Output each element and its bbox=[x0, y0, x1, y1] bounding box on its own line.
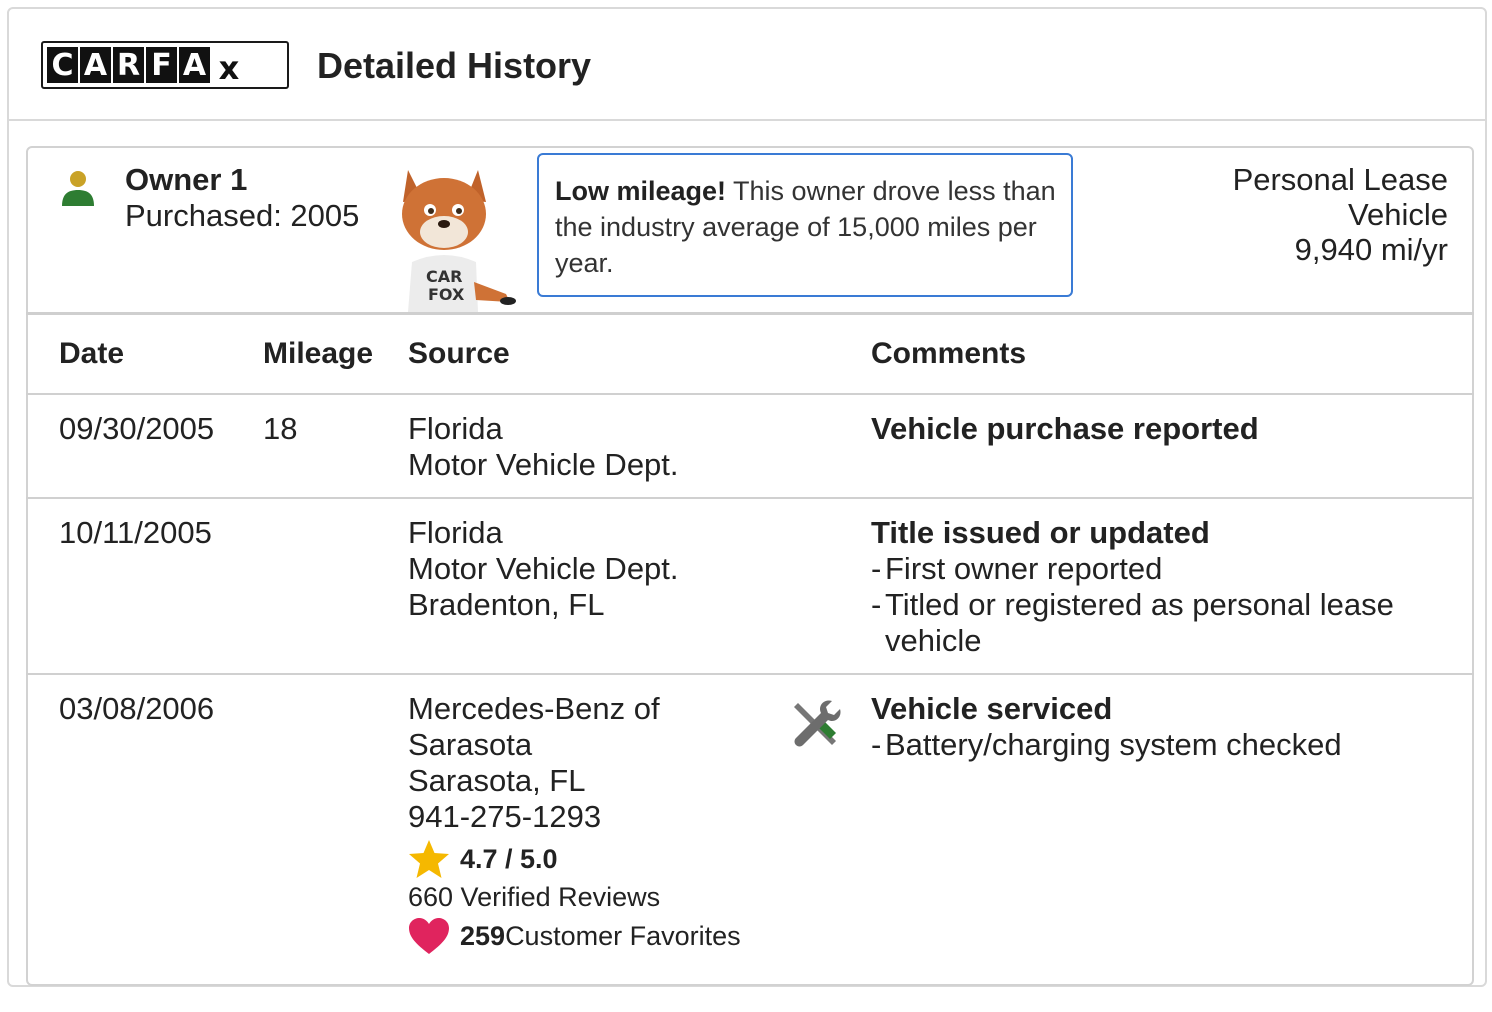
row-date: 09/30/2005 bbox=[59, 411, 215, 446]
panel-header: C A R F A x Detailed History bbox=[9, 9, 1485, 121]
row-date: 03/08/2006 bbox=[59, 691, 215, 726]
comment-detail-continued: vehicle bbox=[871, 623, 1431, 659]
logo-letter: x bbox=[218, 49, 240, 87]
column-header-source: Source bbox=[408, 337, 510, 370]
carfox-mascot-icon: CAR FOX bbox=[402, 170, 516, 312]
row-comment-title: Title issued or updated bbox=[871, 515, 1210, 550]
history-table: Date Mileage Source Comments 09/30/2005 … bbox=[26, 312, 1474, 1012]
comment-detail-text: Titled or registered as personal lease bbox=[885, 587, 1394, 622]
source-line: Motor Vehicle Dept. bbox=[408, 447, 679, 482]
person-icon bbox=[62, 171, 94, 206]
source-line: Bradenton, FL bbox=[408, 587, 605, 622]
source-line[interactable]: Mercedes-Benz of bbox=[408, 691, 660, 727]
rating-value: 4.7 / 5.0 bbox=[460, 843, 558, 874]
verified-reviews-link[interactable]: 660 Verified Reviews bbox=[408, 882, 660, 913]
owner-purchased: Purchased: 2005 bbox=[125, 198, 360, 233]
comment-detail-text: Battery/charging system checked bbox=[885, 727, 1342, 762]
column-header-comments: Comments bbox=[871, 337, 1027, 370]
row-comments: Vehicle serviced - Battery/charging syste… bbox=[871, 691, 1431, 763]
star-icon bbox=[409, 840, 449, 878]
comment-detail: - Battery/charging system checked bbox=[871, 727, 1342, 762]
row-comment-title: Vehicle serviced bbox=[871, 691, 1113, 726]
owner-type-summary: Personal Lease Vehicle 9,940 mi/yr bbox=[1233, 162, 1448, 267]
column-header-mileage: Mileage bbox=[263, 337, 374, 370]
column-header-date: Date bbox=[59, 337, 125, 370]
logo-letter: R bbox=[113, 47, 144, 83]
row-comment-title: Vehicle purchase reported bbox=[871, 411, 1259, 446]
customer-favorites: 259 Customer Favorites bbox=[408, 917, 741, 955]
divider bbox=[26, 393, 1474, 395]
divider bbox=[26, 497, 1474, 499]
svg-text:FOX: FOX bbox=[428, 285, 465, 304]
row-source: Mercedes-Benz of Sarasota Sarasota, FL 9… bbox=[408, 691, 660, 835]
carfax-logo[interactable]: C A R F A x bbox=[41, 41, 289, 89]
row-source: Florida Motor Vehicle Dept. Bradenton, F… bbox=[408, 515, 679, 623]
wrench-screwdriver-icon bbox=[794, 700, 841, 747]
row-mileage: 18 bbox=[263, 411, 298, 446]
owner-name: Owner 1 bbox=[125, 162, 248, 197]
source-line: Florida bbox=[408, 515, 503, 550]
owner-type-line1: Personal Lease bbox=[1232, 162, 1448, 197]
low-mileage-callout: Low mileage! This owner drove less than … bbox=[537, 153, 1073, 297]
favorites-count: 259 bbox=[460, 920, 506, 951]
comment-detail-text: First owner reported bbox=[885, 551, 1163, 586]
owner-card: Owner 1 Purchased: 2005 CAR FOX Low mile… bbox=[26, 146, 1474, 986]
owner-mileage-rate: 9,940 mi/yr bbox=[1294, 232, 1448, 267]
source-line: Florida bbox=[408, 411, 503, 446]
logo-letter: A bbox=[80, 47, 111, 83]
favorites-label: Customer Favorites bbox=[505, 920, 741, 951]
logo-letter: A bbox=[179, 47, 210, 83]
owner-type-line2: Vehicle bbox=[1348, 197, 1448, 232]
source-line: Sarasota, FL bbox=[408, 763, 586, 798]
source-line[interactable]: Sarasota bbox=[408, 727, 660, 763]
comment-detail: - Titled or registered as personal lease bbox=[871, 587, 1394, 622]
page-title: Detailed History bbox=[317, 45, 592, 86]
callout-bold: Low mileage! bbox=[555, 176, 727, 206]
history-panel: C A R F A x Detailed History Owner 1 Pur… bbox=[7, 7, 1487, 987]
source-line: Motor Vehicle Dept. bbox=[408, 551, 679, 586]
comment-detail: - First owner reported bbox=[871, 551, 1163, 586]
mascot-shirt-text: CAR bbox=[426, 267, 462, 286]
divider bbox=[26, 673, 1474, 675]
row-source: Florida Motor Vehicle Dept. bbox=[408, 411, 679, 483]
heart-icon bbox=[409, 918, 449, 954]
comment-detail-text: vehicle bbox=[885, 623, 982, 658]
source-phone[interactable]: 941-275-1293 bbox=[408, 799, 660, 835]
logo-letter: C bbox=[47, 47, 78, 83]
row-comments: Title issued or updated - First owner rep… bbox=[871, 515, 1431, 659]
row-date: 10/11/2005 bbox=[59, 515, 212, 550]
logo-letter: F bbox=[146, 47, 177, 83]
dealer-rating[interactable]: 4.7 / 5.0 bbox=[408, 839, 558, 879]
